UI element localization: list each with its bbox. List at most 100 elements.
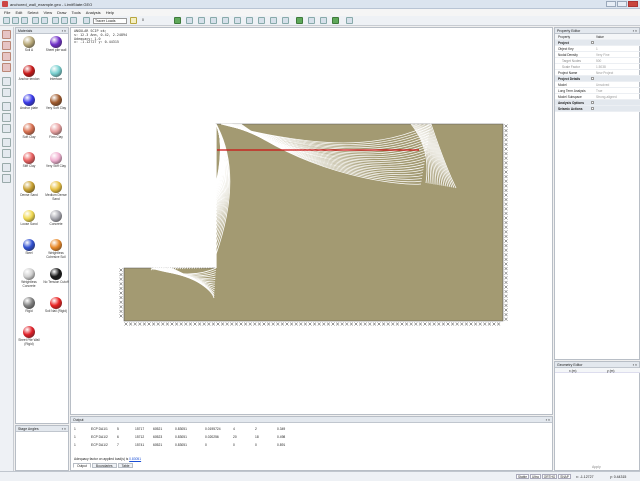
mirror-tool-icon[interactable] [2,149,11,158]
geometry-view[interactable] [71,28,554,416]
material-item[interactable]: Soil Nail (Rigid) [43,297,69,314]
material-item[interactable]: Loose Sand [16,210,42,227]
material-item[interactable]: Soil A [16,36,42,53]
snap-icon[interactable] [282,17,289,24]
draw-rect-icon[interactable] [210,17,217,24]
pin-icon[interactable]: ▪ × [546,417,550,423]
pan-icon[interactable] [258,17,265,24]
split-tool-icon[interactable] [2,124,11,133]
rotate-tool-icon[interactable] [2,138,11,147]
material-item[interactable]: Steel [16,239,42,256]
zoom-fit-icon[interactable] [246,17,253,24]
property-row[interactable]: Project [555,40,640,46]
property-value[interactable]: True [596,89,602,93]
property-row[interactable]: Analysis Options [555,100,640,106]
menu-edit[interactable]: Edit [15,10,22,15]
property-value[interactable]: 1 [596,47,598,51]
property-value[interactable]: Strong-aligned [596,95,617,99]
material-item[interactable]: Sheet Pile Wall (Rigid) [16,326,42,346]
material-item[interactable]: Medium Dense Sand [43,181,69,201]
menu-file[interactable]: File [4,10,10,15]
expand-icon[interactable] [591,100,594,104]
property-row[interactable]: Scale Factor 1.5038 [555,64,640,70]
play-icon[interactable] [83,17,90,24]
material-item[interactable]: Sheet pile wall [43,36,69,53]
property-value[interactable]: Very Fine [596,53,609,57]
close-button[interactable] [628,1,638,7]
label-tool-icon[interactable] [2,174,11,183]
paste-icon[interactable] [70,17,77,24]
material-item[interactable]: No Tension Cutoff [43,268,69,285]
material-item[interactable]: Very Stiff Clay [43,152,69,169]
zoom-out-icon[interactable] [234,17,241,24]
material-item[interactable]: Firm Clay [43,123,69,140]
select-tool-icon[interactable] [2,30,11,39]
menu-tools[interactable]: Tools [71,10,80,15]
property-row[interactable]: Seismic Actions [555,106,640,112]
property-value[interactable]: 1.5038 [596,65,606,69]
adequacy-value-link[interactable]: 0.83051 [129,457,141,461]
property-row[interactable]: Project Name New Project [555,70,640,76]
material-item[interactable]: Soft Clay [16,123,42,140]
cut-icon[interactable] [52,17,59,24]
draw-point-icon[interactable] [174,17,181,24]
mode-snap[interactable]: SNAP [558,474,571,479]
help-icon[interactable] [346,17,353,24]
animate-icon[interactable] [308,17,315,24]
merge-tool-icon[interactable] [2,113,11,122]
report-icon[interactable] [320,17,327,24]
menu-draw[interactable]: Draw [57,10,66,15]
property-row[interactable]: Project Details [555,76,640,82]
expand-icon[interactable] [591,40,594,44]
menu-analysis[interactable]: Analysis [86,10,101,15]
tab-boundaries[interactable]: Boundaries [91,463,117,468]
solid-tool-icon[interactable] [2,63,11,72]
mode-select[interactable]: Tracer Loads [93,18,127,24]
water-tool-icon[interactable] [2,102,11,111]
material-item[interactable]: Stiff Clay [16,152,42,169]
solve-icon[interactable] [296,17,303,24]
property-row[interactable]: Target Nodes 500 [555,58,640,64]
draw-line-icon[interactable] [186,17,193,24]
drawing-canvas[interactable]: ANGULAR SCIP ok; s: 12.3 Anm, 0.42, 2.24… [70,27,553,415]
property-row[interactable]: Model Subspace Strong-aligned [555,94,640,100]
expand-icon[interactable] [591,76,594,80]
material-item[interactable]: Anchor tendon [16,65,42,82]
load-tool-icon[interactable] [2,88,11,97]
material-item[interactable]: Dense Sand [16,181,42,198]
pin-icon[interactable]: ▪ × [62,28,66,34]
material-item[interactable]: Interface [43,65,69,82]
maximize-button[interactable] [617,1,627,7]
new-file-icon[interactable] [3,17,10,24]
vertex-tool-icon[interactable] [2,41,11,50]
expand-icon[interactable] [591,106,594,110]
material-item[interactable]: Weightless Cohesive Soil [43,239,69,259]
property-row[interactable]: Object Key 1 [555,46,640,52]
copy-icon[interactable] [61,17,68,24]
pin-icon[interactable]: ▪ × [62,426,66,432]
open-folder-icon[interactable] [12,17,19,24]
menu-select[interactable]: Select [27,10,38,15]
apply-button[interactable]: Apply [592,465,601,469]
property-row[interactable]: Model Unsolved [555,82,640,88]
mode-stable[interactable]: Stable [516,474,530,479]
material-item[interactable]: Concrete [43,210,69,227]
material-item[interactable]: Rigid [16,297,42,314]
draw-polygon-icon[interactable] [198,17,205,24]
zoom-in-icon[interactable] [222,17,229,24]
grid-icon[interactable] [270,17,277,24]
select-pointer-icon[interactable] [130,17,137,24]
save-icon[interactable] [21,17,28,24]
property-row[interactable]: Long Term Analysis True [555,88,640,94]
minimize-button[interactable] [606,1,616,7]
measure-tool-icon[interactable] [2,163,11,172]
property-value[interactable]: 500 [596,59,601,63]
validate-icon[interactable] [332,17,339,24]
property-row[interactable]: Nodal Density Very Fine [555,52,640,58]
mode-ortho[interactable]: ORTHO [541,474,558,479]
property-value[interactable]: Unsolved [596,83,609,87]
material-item[interactable]: Weightless Concrete [16,268,42,288]
material-item[interactable]: Very Soft Clay [43,94,69,111]
boundary-tool-icon[interactable] [2,77,11,86]
material-item[interactable]: Anchor plate [16,94,42,111]
